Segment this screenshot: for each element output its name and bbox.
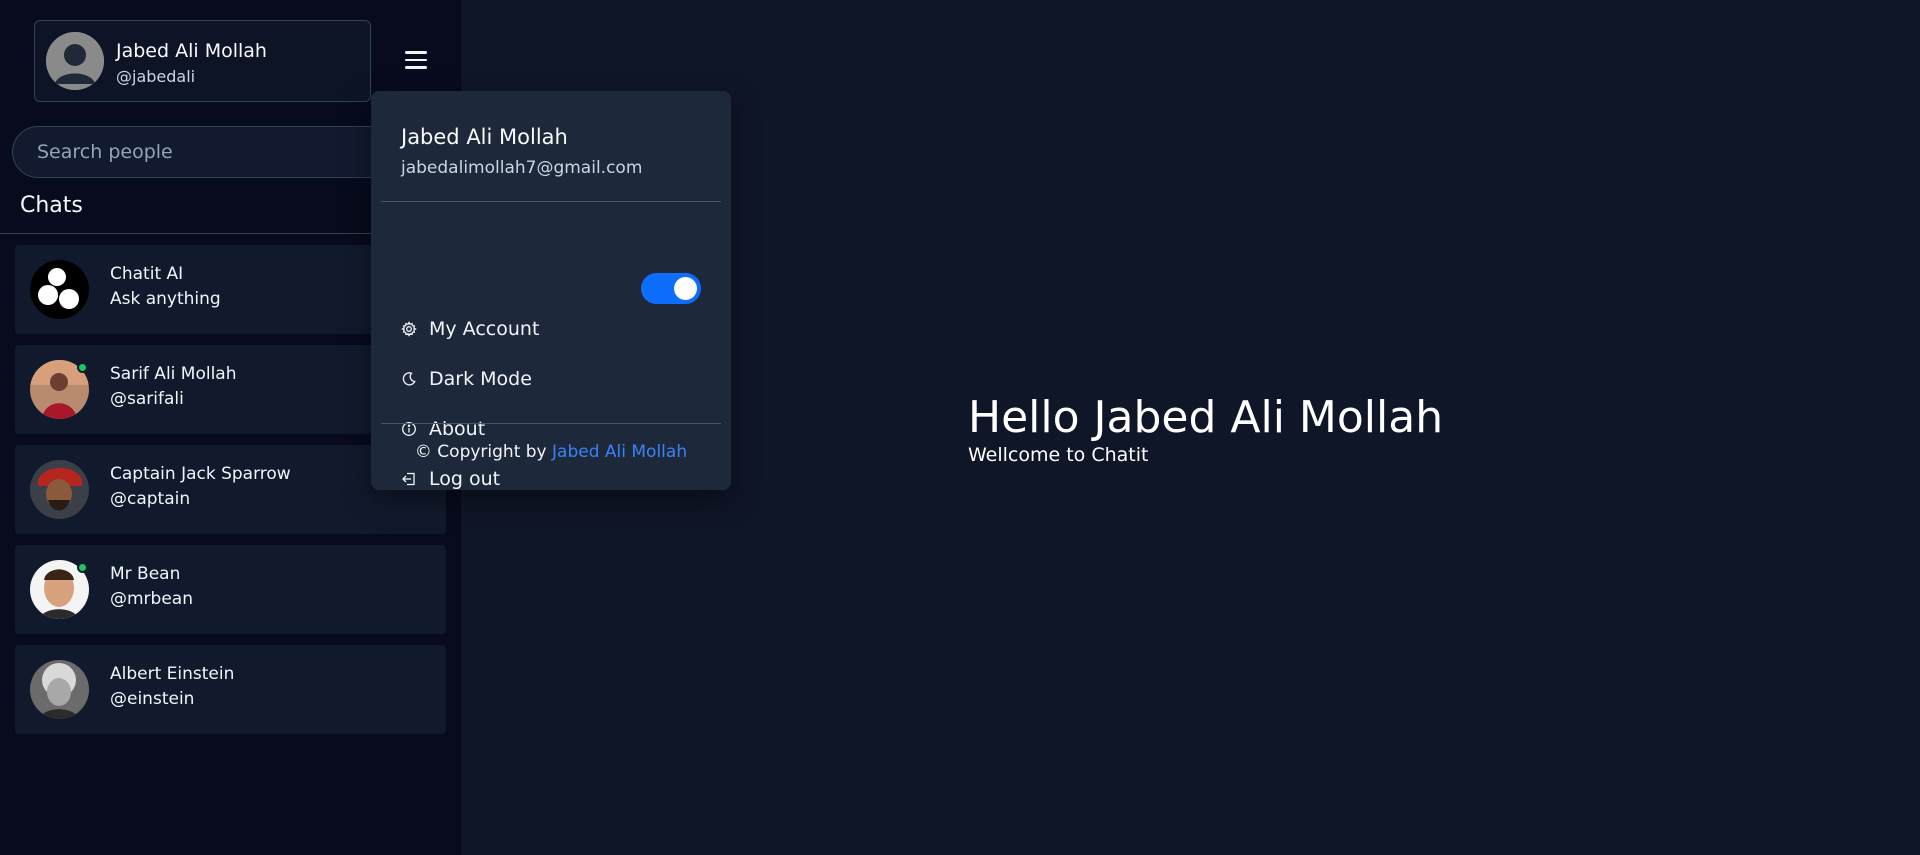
chatit-logo-icon bbox=[30, 260, 89, 319]
menu-item-label: About bbox=[429, 418, 486, 440]
user-avatar-icon bbox=[46, 32, 104, 90]
menu-user-email: jabedalimollah7@gmail.com bbox=[401, 158, 643, 178]
chat-subtitle: @mrbean bbox=[110, 589, 193, 609]
chat-subtitle: @sarifali bbox=[110, 389, 184, 409]
gear-icon bbox=[401, 321, 417, 337]
chat-subtitle: Ask anything bbox=[110, 289, 221, 309]
menu-item-log-out[interactable]: Log out bbox=[401, 464, 701, 494]
avatar bbox=[30, 460, 89, 519]
logout-icon bbox=[401, 471, 417, 487]
user-dropdown-menu: Jabed Ali Mollah jabedalimollah7@gmail.c… bbox=[371, 91, 731, 490]
profile-card[interactable]: Jabed Ali Mollah @jabedali bbox=[34, 20, 371, 102]
chat-name: Chatit AI bbox=[110, 264, 184, 284]
menu-item-my-account[interactable]: My Account bbox=[401, 314, 701, 344]
divider bbox=[381, 423, 721, 424]
menu-user-name: Jabed Ali Mollah bbox=[401, 125, 568, 149]
copyright-footer: © Copyright by Jabed Ali Mollah bbox=[371, 442, 731, 462]
chat-subtitle: @einstein bbox=[110, 689, 195, 709]
welcome-subtitle: Wellcome to Chatit bbox=[968, 444, 1149, 466]
chat-item-einstein[interactable]: Albert Einstein @einstein bbox=[15, 645, 446, 734]
online-indicator bbox=[77, 362, 88, 373]
welcome-heading: Hello Jabed Ali Mollah bbox=[968, 392, 1444, 443]
chat-name: Sarif Ali Mollah bbox=[110, 364, 237, 384]
menu-item-dark-mode[interactable]: Dark Mode bbox=[401, 364, 641, 394]
profile-name: Jabed Ali Mollah bbox=[116, 40, 267, 62]
copyright-text: © Copyright by bbox=[414, 442, 547, 462]
profile-handle: @jabedali bbox=[116, 67, 196, 86]
copyright-link[interactable]: Jabed Ali Mollah bbox=[552, 442, 687, 462]
dark-mode-toggle[interactable] bbox=[641, 273, 701, 304]
divider bbox=[381, 201, 721, 202]
menu-item-label: My Account bbox=[429, 318, 540, 340]
moon-icon bbox=[401, 371, 417, 387]
avatar bbox=[30, 660, 89, 719]
online-indicator bbox=[77, 562, 88, 573]
menu-item-label: Dark Mode bbox=[429, 368, 532, 390]
menu-item-about[interactable]: About bbox=[401, 414, 701, 444]
chats-heading: Chats bbox=[20, 193, 83, 218]
chat-subtitle: @captain bbox=[110, 489, 191, 509]
chat-item-mrbean[interactable]: Mr Bean @mrbean bbox=[15, 545, 446, 634]
menu-icon[interactable] bbox=[400, 47, 432, 73]
toggle-knob bbox=[674, 277, 697, 300]
chat-name: Captain Jack Sparrow bbox=[110, 464, 291, 484]
chat-name: Mr Bean bbox=[110, 564, 181, 584]
chat-name: Albert Einstein bbox=[110, 664, 235, 684]
menu-item-label: Log out bbox=[429, 468, 501, 490]
